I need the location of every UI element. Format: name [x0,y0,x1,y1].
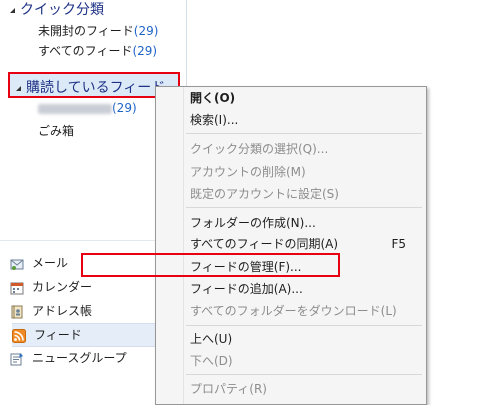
menu-separator [186,133,422,134]
menu-separator [186,325,422,326]
newsgroup-icon [10,351,24,365]
all-feeds-folder[interactable]: すべてのフィード(29) [38,42,157,59]
menu-set-default-account[interactable]: 既定のアカウントに設定(S) [190,184,420,204]
nav-calendar-label: カレンダー [32,280,93,294]
unread-feeds-label: 未開封のフィード [38,24,134,38]
nav-newsgroups-label: ニュースグループ [32,351,127,365]
menu-properties[interactable]: プロパティ(R) [190,379,420,399]
menu-select-quick-view[interactable]: クイック分類の選択(Q)... [190,139,420,159]
menu-sync-all-feeds-label: すべてのフィードの同期(A) [190,237,339,251]
menu-gutter [183,87,184,404]
quick-views-header[interactable]: クイック分類 [10,0,104,19]
expand-arrow-icon[interactable] [16,85,21,91]
all-feeds-label: すべてのフィード [38,44,133,58]
menu-manage-feeds[interactable]: フィードの管理(F)... [190,257,420,277]
mail-icon [10,256,24,270]
quick-views-label: クイック分類 [20,2,104,18]
nav-contacts-label: アドレス帳 [32,304,93,318]
menu-download-all-folders[interactable]: すべてのフォルダーをダウンロード(L) [190,301,420,321]
menu-separator [186,374,422,375]
menu-delete-account[interactable]: アカウントの削除(M) [190,162,420,182]
trash-label: ごみ箱 [38,124,75,138]
menu-new-folder[interactable]: フォルダーの作成(N)... [190,213,420,233]
nav-feeds-label: フィード [34,328,82,342]
context-menu: 開く(O) 検索(I)... クイック分類の選択(Q)... アカウントの削除(… [155,86,427,405]
trash-folder[interactable]: ごみ箱 [38,122,74,139]
unread-feeds-count: (29) [133,24,159,38]
account-name-redacted [38,103,112,114]
menu-separator [186,207,422,208]
expand-arrow-icon[interactable] [10,7,15,13]
menu-sync-shortcut: F5 [391,237,406,251]
subscribed-feeds-label: 購読しているフィード [26,80,166,96]
account-count: (29) [112,101,137,115]
calendar-icon [10,280,24,294]
unread-feeds-folder[interactable]: 未開封のフィード(29) [38,22,158,39]
feed-account-folder[interactable]: (29) [38,101,137,115]
all-feeds-count: (29) [132,44,158,58]
address-book-icon [10,304,24,318]
menu-add-feed[interactable]: フィードの追加(A)... [190,279,420,299]
rss-feed-icon [12,328,26,343]
menu-move-down[interactable]: 下へ(D) [190,351,420,371]
menu-move-up[interactable]: 上へ(U) [190,329,420,349]
menu-open[interactable]: 開く(O) [190,88,420,108]
menu-sync-all-feeds[interactable]: すべてのフィードの同期(A) F5 [190,234,420,254]
menu-search[interactable]: 検索(I)... [190,110,420,130]
nav-mail-label: メール [32,256,69,270]
